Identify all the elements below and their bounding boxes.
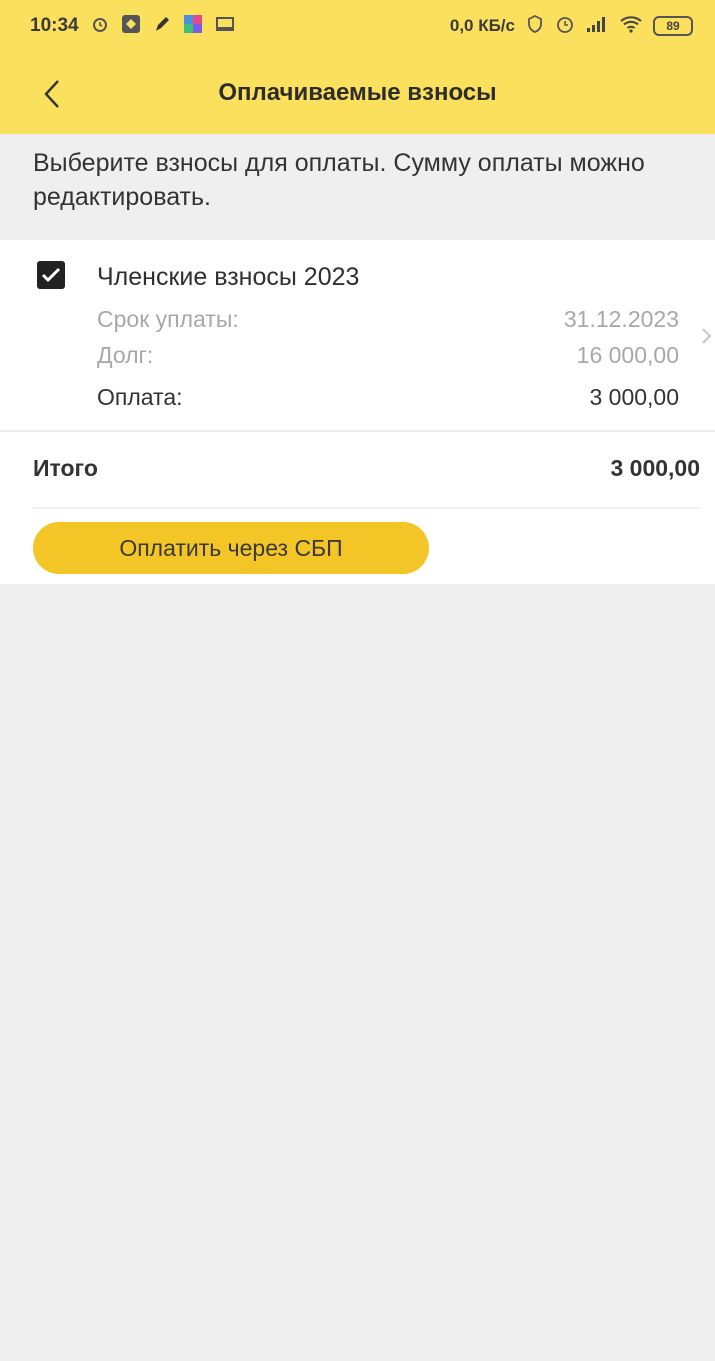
pay-sbp-button[interactable]: Оплатить через СБП (33, 522, 429, 574)
vpn-icon (525, 14, 545, 38)
total-label: Итого (33, 455, 98, 481)
network-speed: 0,0 КБ/с (449, 16, 515, 35)
chevron-left-icon (44, 80, 59, 108)
chevron-right-icon[interactable] (700, 326, 714, 346)
payment-value[interactable]: 3 000,00 (589, 382, 679, 412)
due-date-value: 31.12.2023 (563, 306, 679, 332)
battery-icon: 89 (653, 16, 693, 36)
colorful-app-icon (183, 14, 203, 38)
due-date-row: Срок уплаты: 31.12.2023 (97, 304, 679, 334)
status-time: 10:34 (30, 15, 79, 36)
total-row: Итого 3 000,00 (33, 453, 700, 483)
app-bar: Оплачиваемые взносы (0, 52, 715, 134)
due-date-label: Срок уплаты: (97, 306, 239, 332)
alarm-clock-icon (555, 14, 575, 38)
status-bar-left: 10:34 (30, 14, 235, 38)
signal-icon (585, 15, 609, 37)
pen-app-icon (153, 14, 171, 38)
status-bar-right: 0,0 КБ/с 89 (450, 14, 693, 38)
payment-label: Оплата: (97, 384, 183, 410)
divider (0, 430, 715, 432)
fee-checkbox[interactable] (37, 261, 65, 289)
total-value: 3 000,00 (610, 455, 700, 481)
payment-row[interactable]: Оплата: 3 000,00 (97, 382, 679, 412)
back-button[interactable] (30, 72, 74, 116)
wifi-icon (619, 15, 643, 37)
alarm-icon (91, 15, 109, 37)
debt-label: Долг: (97, 342, 154, 368)
gallery-app-icon (121, 14, 141, 38)
page-title: Оплачиваемые взносы (218, 79, 497, 106)
debt-value: 16 000,00 (576, 342, 679, 368)
screen-icon (215, 15, 235, 37)
debt-row: Долг: 16 000,00 (97, 340, 679, 370)
fee-title[interactable]: Членские взносы 2023 (97, 261, 359, 293)
status-bar: 10:34 0,0 КБ/с 89 (0, 0, 715, 52)
check-icon (41, 267, 61, 283)
instruction-text: Выберите взносы для оплаты. Сумму оплаты… (33, 149, 645, 211)
divider (33, 507, 700, 509)
